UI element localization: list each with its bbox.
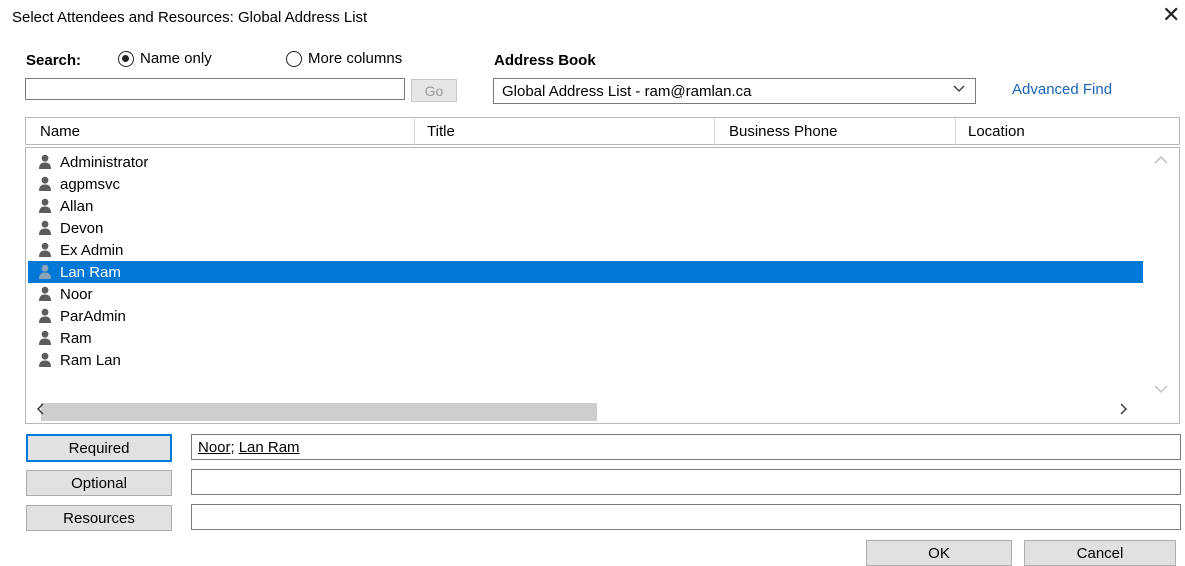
list-item[interactable]: Administrator (28, 151, 1143, 173)
column-divider[interactable] (714, 118, 715, 145)
list-item-name: Devon (60, 219, 104, 237)
list-item-name: Lan Ram (60, 263, 121, 281)
chevron-down-icon (953, 82, 965, 96)
radio-more-columns[interactable]: More columns (286, 50, 402, 67)
required-field[interactable]: Noor; Lan Ram (191, 434, 1181, 460)
person-icon (39, 242, 51, 257)
person-icon (39, 308, 51, 323)
address-book-selected: Global Address List - ram@ramlan.ca (502, 82, 752, 100)
address-book-label: Address Book (494, 52, 596, 69)
column-divider[interactable] (414, 118, 415, 145)
column-title[interactable]: Title (427, 123, 455, 140)
list-item-name: Administrator (60, 153, 149, 171)
list-item-name: Ex Admin (60, 241, 124, 259)
horizontal-scroll-thumb[interactable] (41, 403, 597, 421)
list-item-name: Allan (60, 197, 94, 215)
scroll-down-icon[interactable] (1154, 382, 1168, 396)
list-item[interactable]: Allan (28, 195, 1143, 217)
list-item[interactable]: Ram Lan (28, 349, 1143, 371)
list-item[interactable]: ParAdmin (28, 305, 1143, 327)
list-item[interactable]: Lan Ram (28, 261, 1143, 283)
radio-checked-icon (118, 50, 134, 67)
list-item[interactable]: agpmsvc (28, 173, 1143, 195)
list-item[interactable]: Ex Admin (28, 239, 1143, 261)
optional-button[interactable]: Optional (26, 470, 172, 496)
list-item[interactable]: Devon (28, 217, 1143, 239)
radio-name-only[interactable]: Name only (118, 50, 212, 67)
list-item-name: agpmsvc (60, 175, 121, 193)
scroll-right-icon[interactable] (1120, 402, 1128, 418)
column-divider[interactable] (955, 118, 956, 145)
address-list: Administrator agpmsvc Allan Devon Ex Admin La… (25, 147, 1180, 424)
person-icon (39, 198, 51, 213)
column-business-phone[interactable]: Business Phone (729, 123, 837, 140)
column-name[interactable]: Name (40, 123, 80, 140)
radio-more-columns-label: More columns (308, 50, 403, 67)
person-icon (39, 264, 51, 279)
ok-button[interactable]: OK (866, 540, 1012, 566)
person-icon (39, 330, 51, 345)
address-book-dropdown[interactable]: Global Address List - ram@ramlan.ca (493, 78, 976, 104)
column-header: Name Title Business Phone Location (25, 117, 1180, 145)
radio-unchecked-icon (286, 50, 302, 67)
person-icon (39, 176, 51, 191)
required-attendee[interactable]: Lan Ram (239, 439, 300, 456)
column-location[interactable]: Location (968, 123, 1025, 140)
list-item-name: Noor (60, 285, 93, 303)
person-icon (39, 220, 51, 235)
required-attendee[interactable]: Noor; (198, 439, 235, 456)
advanced-find-link[interactable]: Advanced Find (1012, 81, 1112, 98)
list-item-name: Ram (60, 329, 92, 347)
scroll-up-icon[interactable] (1154, 153, 1168, 167)
go-button[interactable]: Go (411, 79, 457, 102)
person-icon (39, 352, 51, 367)
resources-field[interactable] (191, 504, 1181, 530)
search-label: Search: (26, 52, 82, 69)
close-icon[interactable]: ✕ (1162, 4, 1180, 26)
list-item[interactable]: Ram (28, 327, 1143, 349)
list-item-name: Ram Lan (60, 351, 121, 369)
search-input[interactable] (25, 78, 405, 100)
cancel-button[interactable]: Cancel (1024, 540, 1176, 566)
optional-field[interactable] (191, 469, 1181, 495)
person-icon (39, 286, 51, 301)
resources-button[interactable]: Resources (26, 505, 172, 531)
person-icon (39, 154, 51, 169)
radio-name-only-label: Name only (140, 50, 212, 67)
list-item[interactable]: Noor (28, 283, 1143, 305)
dialog-title: Select Attendees and Resources: Global A… (12, 9, 368, 26)
list-item-name: ParAdmin (60, 307, 126, 325)
scroll-left-icon[interactable] (36, 402, 44, 418)
required-button[interactable]: Required (26, 434, 172, 462)
